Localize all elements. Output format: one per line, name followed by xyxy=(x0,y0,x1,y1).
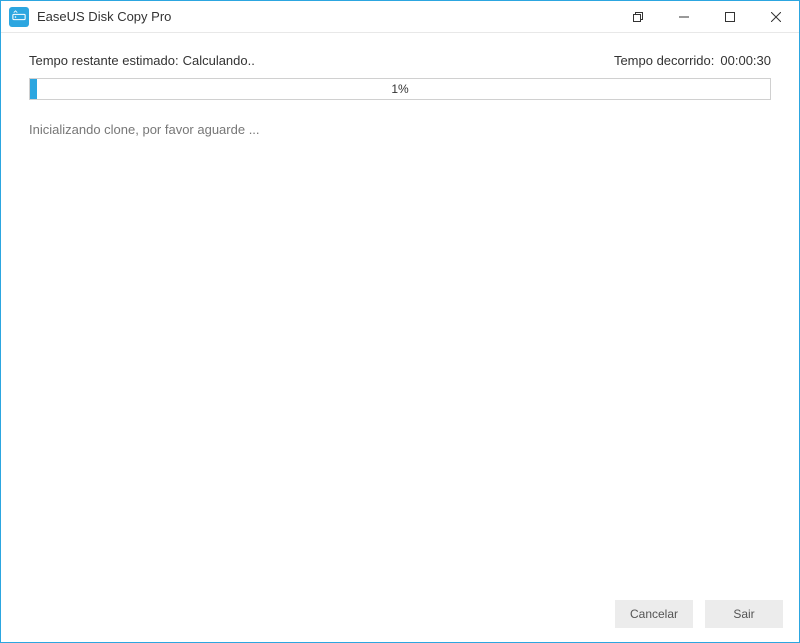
titlebar: EaseUS Disk Copy Pro xyxy=(1,1,799,33)
restore-icon xyxy=(633,12,643,22)
app-icon xyxy=(9,7,29,27)
progress-bar: 1% xyxy=(29,78,771,100)
exit-button[interactable]: Sair xyxy=(705,600,783,628)
minimize-button[interactable] xyxy=(661,1,707,32)
maximize-button[interactable] xyxy=(707,1,753,32)
progress-percent-label: 1% xyxy=(30,79,770,99)
elapsed-time-value: 00:00:30 xyxy=(720,53,771,68)
remaining-time: Tempo restante estimado: Calculando.. xyxy=(29,53,255,68)
elapsed-time-label: Tempo decorrido: xyxy=(614,53,714,68)
remaining-time-label: Tempo restante estimado: xyxy=(29,53,179,68)
app-window: EaseUS Disk Copy Pro xyxy=(0,0,800,643)
footer: Cancelar Sair xyxy=(1,586,799,642)
elapsed-time: Tempo decorrido: 00:00:30 xyxy=(614,53,771,68)
close-icon xyxy=(771,12,781,22)
disk-copy-icon xyxy=(12,10,26,24)
restore-button[interactable] xyxy=(615,1,661,32)
status-message: Inicializando clone, por favor aguarde .… xyxy=(29,122,771,137)
window-controls xyxy=(615,1,799,32)
minimize-icon xyxy=(679,12,689,22)
remaining-time-value: Calculando.. xyxy=(183,53,255,68)
content-area: Tempo restante estimado: Calculando.. Te… xyxy=(1,33,799,586)
close-button[interactable] xyxy=(753,1,799,32)
maximize-icon xyxy=(725,12,735,22)
cancel-button[interactable]: Cancelar xyxy=(615,600,693,628)
info-row: Tempo restante estimado: Calculando.. Te… xyxy=(29,53,771,68)
app-title: EaseUS Disk Copy Pro xyxy=(37,9,615,24)
